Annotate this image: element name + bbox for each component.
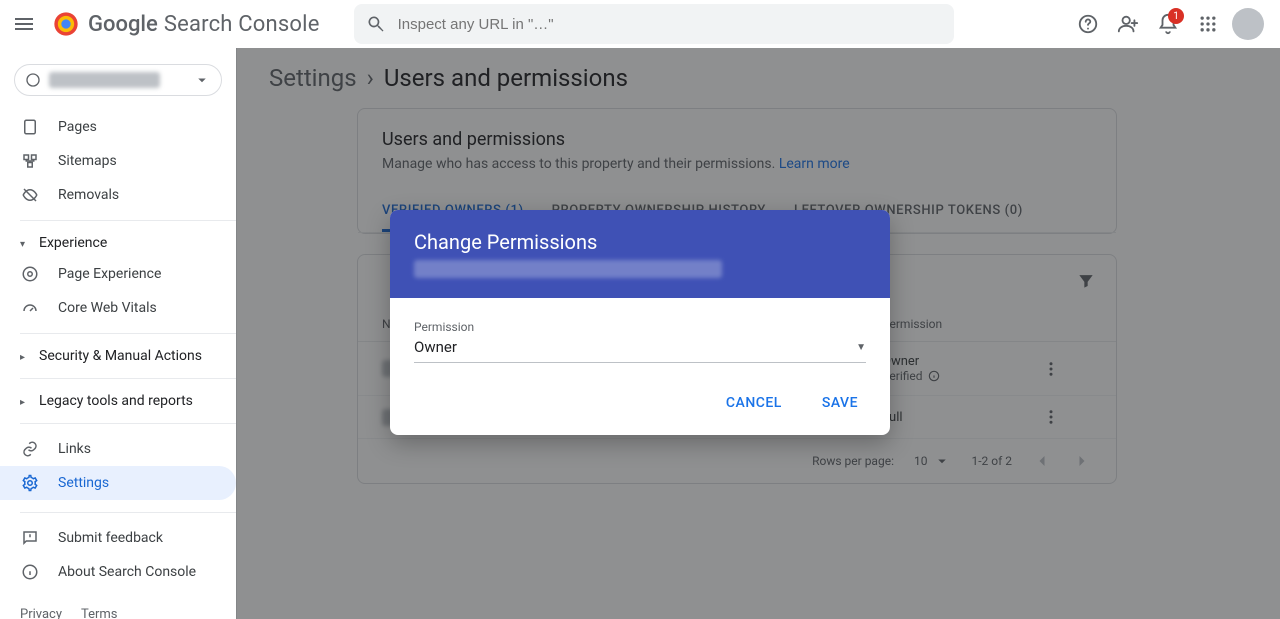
sidebar-item-feedback[interactable]: Submit feedback [0, 521, 236, 555]
chevron-down-icon: ▼ [856, 342, 866, 353]
sidebar-item-label: Submit feedback [58, 530, 163, 546]
sidebar-item-settings[interactable]: Settings [0, 466, 236, 500]
sidebar-group-legacy[interactable]: ▸Legacy tools and reports [0, 387, 236, 415]
url-inspect-input[interactable] [398, 16, 942, 33]
sidebar-group-label: Experience [39, 235, 107, 251]
sidebar-group-label: Security & Manual Actions [39, 348, 202, 364]
apps-grid-icon [1198, 14, 1218, 34]
google-logo-icon [52, 10, 80, 38]
sidebar-item-label: About Search Console [58, 564, 196, 580]
sidebar-item-page-experience[interactable]: Page Experience [0, 257, 236, 291]
permission-select[interactable]: Owner ▼ [414, 338, 866, 363]
permission-select-value: Owner [414, 338, 457, 356]
sidebar-group-experience[interactable]: ▾Experience [0, 229, 236, 257]
change-permissions-dialog: Change Permissions █████████████████████… [390, 210, 890, 435]
sidebar-item-links[interactable]: Links [0, 432, 236, 466]
logo-text-google: Google [88, 12, 158, 37]
page-experience-icon [21, 265, 39, 283]
sitemap-icon [21, 152, 39, 170]
add-user-button[interactable] [1108, 4, 1148, 44]
hamburger-menu-icon[interactable] [12, 12, 36, 36]
property-selector[interactable]: ████████████ [14, 64, 222, 96]
property-url-masked: ████████████ [49, 72, 160, 88]
help-icon [1077, 13, 1099, 35]
globe-icon [25, 72, 41, 88]
notifications-button[interactable]: 1 [1148, 4, 1188, 44]
speedometer-icon [21, 299, 39, 317]
sidebar-item-label: Links [58, 441, 91, 457]
app-header: Google Search Console 1 [0, 0, 1280, 48]
save-button[interactable]: SAVE [806, 387, 874, 419]
sidebar-group-security[interactable]: ▸Security & Manual Actions [0, 342, 236, 370]
sidebar-item-pages[interactable]: Pages [0, 110, 236, 144]
link-icon [21, 440, 39, 458]
permission-field-label: Permission [414, 320, 866, 334]
sidebar-item-label: Removals [58, 187, 119, 203]
add-user-icon [1117, 13, 1139, 35]
dialog-subject-masked: █████████████████████████████ [414, 260, 722, 278]
apps-button[interactable] [1188, 4, 1228, 44]
app-logo: Google Search Console [52, 10, 320, 38]
eye-off-icon [21, 186, 39, 204]
feedback-icon [21, 529, 39, 547]
chevron-down-icon [193, 71, 211, 89]
dialog-title: Change Permissions [414, 230, 866, 254]
sidebar-item-label: Core Web Vitals [58, 300, 157, 316]
privacy-link[interactable]: Privacy [20, 607, 62, 619]
pages-icon [21, 118, 39, 136]
sidebar-item-label: Page Experience [58, 266, 161, 282]
sidebar-item-removals[interactable]: Removals [0, 178, 236, 212]
sidebar-item-sitemaps[interactable]: Sitemaps [0, 144, 236, 178]
logo-text-product: Search Console [164, 12, 320, 37]
account-avatar[interactable] [1228, 4, 1268, 44]
sidebar-item-label: Pages [58, 119, 97, 135]
search-icon [366, 14, 386, 34]
url-inspect-searchbar[interactable] [354, 4, 954, 44]
terms-link[interactable]: Terms [81, 607, 118, 619]
notification-badge: 1 [1168, 8, 1184, 24]
info-icon [21, 563, 39, 581]
sidebar-item-label: Sitemaps [58, 153, 117, 169]
cancel-button[interactable]: CANCEL [710, 387, 798, 419]
help-button[interactable] [1068, 4, 1108, 44]
sidebar-item-core-web-vitals[interactable]: Core Web Vitals [0, 291, 236, 325]
sidebar-item-about[interactable]: About Search Console [0, 555, 236, 589]
sidebar-group-label: Legacy tools and reports [39, 393, 193, 409]
sidebar: ████████████ Pages Sitemaps Removals ▾Ex… [0, 48, 236, 619]
gear-icon [21, 474, 39, 492]
sidebar-item-label: Settings [58, 475, 109, 491]
